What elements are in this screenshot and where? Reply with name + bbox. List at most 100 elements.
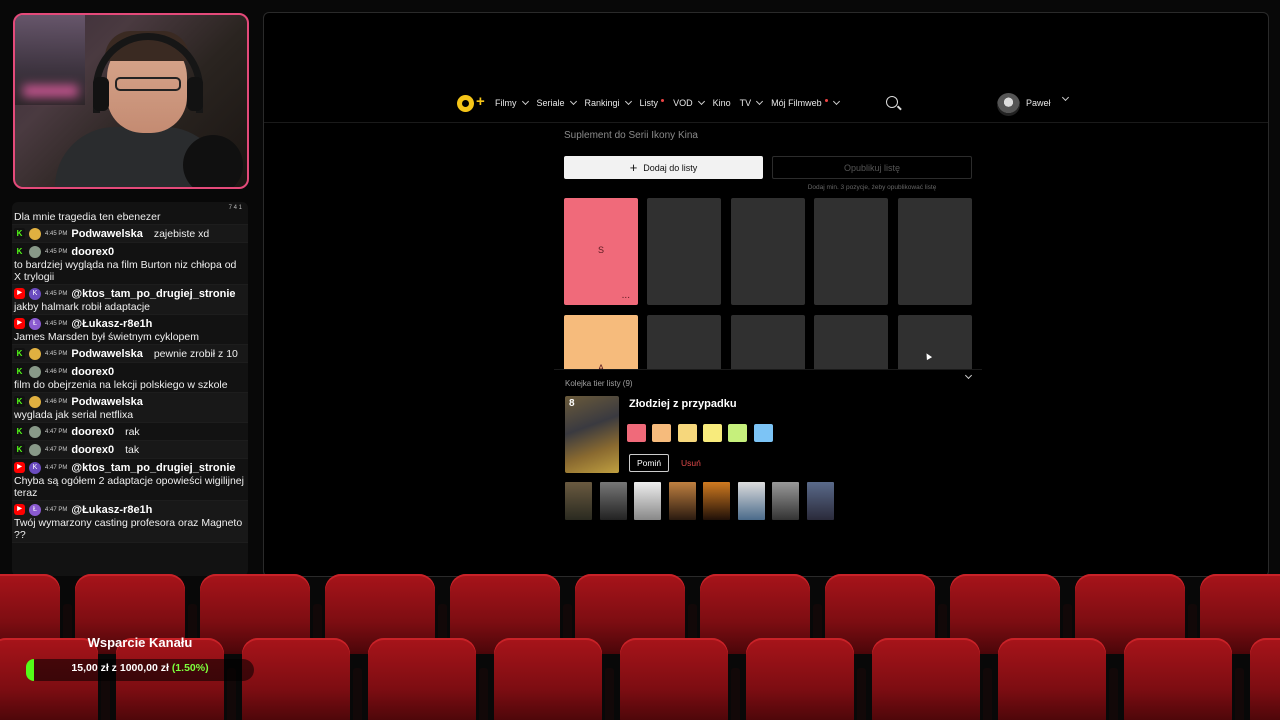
tier-slot[interactable] — [814, 198, 888, 305]
message-time: 4:47 PM — [45, 428, 68, 435]
chevron-down-icon — [624, 97, 632, 106]
chat-message: K 4:47 PM doorex0 tak — [12, 441, 248, 459]
queue-poster-thumbnail[interactable] — [668, 482, 696, 520]
filmweb-logo-icon[interactable] — [457, 95, 474, 112]
username[interactable]: Podwawelska — [71, 348, 143, 360]
tier-swatch-0[interactable] — [627, 424, 646, 442]
chevron-down-icon — [521, 97, 529, 106]
search-icon[interactable] — [886, 96, 898, 108]
message-time: 4:45 PM — [45, 320, 68, 327]
chevron-down-icon — [832, 97, 840, 106]
tier-slot[interactable] — [647, 315, 721, 371]
user-avatar — [29, 443, 41, 456]
user-avatar: Ł — [29, 503, 41, 516]
kick-icon: K — [14, 246, 25, 257]
nav-link-label: Kino — [712, 98, 731, 108]
current-film-poster: 8 — [565, 396, 619, 473]
add-to-list-button[interactable]: + Dodaj do listy — [564, 156, 763, 179]
tier-slot[interactable] — [731, 198, 805, 305]
username[interactable]: @ktos_tam_po_drugiej_stronie — [71, 288, 235, 300]
nav-link-kino[interactable]: Kino — [713, 98, 731, 108]
queue-poster-thumbnail[interactable] — [806, 482, 834, 520]
nav-link-seriale[interactable]: Seriale — [536, 97, 577, 108]
user-avatar: K — [29, 287, 41, 300]
delete-button[interactable]: Usuń — [681, 458, 701, 468]
username[interactable]: doorex0 — [71, 444, 114, 456]
support-widget: Wsparcie Kanału 15,00 zł z 1000,00 zł (1… — [26, 628, 254, 684]
seat-armrest — [605, 668, 614, 720]
chevron-down-icon — [569, 97, 577, 106]
collapse-chevron-icon[interactable] — [964, 371, 973, 380]
nav-link-label: Seriale — [536, 98, 565, 108]
tier-swatch-4[interactable] — [728, 424, 748, 442]
username[interactable]: doorex0 — [71, 426, 114, 438]
username[interactable]: @Łukasz-r8e1h — [71, 504, 152, 516]
username[interactable]: doorex0 — [71, 366, 114, 378]
user-avatar — [29, 425, 41, 438]
username[interactable]: @Łukasz-r8e1h — [71, 318, 152, 330]
user-avatar — [29, 227, 41, 240]
tier-label-0[interactable]: S... — [564, 198, 638, 305]
tier-slot[interactable] — [898, 198, 972, 305]
tier-swatch-2[interactable] — [677, 424, 697, 442]
publish-list-button[interactable]: Opublikuj listę — [772, 156, 972, 179]
message-time: 4:46 PM — [45, 398, 68, 405]
kick-icon: K — [14, 366, 25, 377]
message-text: zajebiste xd — [153, 227, 210, 240]
nav-link-listy[interactable]: Listy — [640, 98, 665, 108]
queue-poster-thumbnail[interactable] — [772, 482, 799, 520]
username[interactable]: Podwawelska — [71, 228, 143, 240]
current-film-title: Złodziej z przypadku — [629, 398, 737, 410]
kick-icon: K — [14, 228, 25, 239]
message-text: tak — [125, 443, 140, 456]
kick-icon: K — [14, 396, 25, 407]
more-options-icon[interactable]: ... — [622, 290, 630, 301]
tier-slot[interactable] — [814, 315, 888, 371]
plus-icon: + — [629, 160, 638, 175]
user-name[interactable]: Paweł — [1026, 98, 1051, 108]
user-avatar[interactable] — [997, 93, 1020, 116]
skip-button[interactable]: Pomiń — [629, 454, 669, 472]
username[interactable]: Podwawelska — [71, 396, 143, 408]
message-text: rak — [125, 425, 140, 438]
tier-slot[interactable] — [647, 198, 721, 305]
tier-label-1[interactable]: A — [564, 315, 638, 373]
nav-link-vod[interactable]: VOD — [673, 97, 705, 108]
tier-letter: S — [597, 245, 604, 255]
queue-poster-thumbnail[interactable] — [737, 482, 765, 520]
chat-message: ▶ K 4:45 PM @ktos_tam_po_drugiej_stronie jak… — [12, 285, 248, 315]
nav-link-tv[interactable]: TV — [740, 97, 764, 108]
nav-link-filmy[interactable]: Filmy — [495, 97, 529, 108]
tier-swatch-1[interactable] — [652, 424, 672, 442]
message-text: pewnie zrobił z 10 — [153, 347, 238, 360]
message-text: James Marsden był świetnym cyklopem — [14, 331, 199, 343]
chat-panel: 7 4 1 Dla mnie tragedia ten ebenezer K 4:4… — [12, 202, 248, 576]
cinema-seat — [242, 638, 350, 720]
support-amount-value: 15,00 zł z 1000,00 zł — [71, 662, 169, 674]
cinema-seat — [1250, 638, 1280, 720]
nav-link-rankingi[interactable]: Rankingi — [584, 97, 632, 108]
youtube-icon: ▶ — [14, 288, 25, 299]
queue-poster-thumbnail[interactable] — [703, 482, 730, 520]
chat-message: K 4:46 PM Podwawelska wyglada jak serial ne… — [12, 393, 248, 423]
tier-swatch-5[interactable] — [753, 424, 773, 442]
queue-poster-thumbnail[interactable] — [634, 482, 661, 520]
message-time: 4:45 PM — [45, 230, 68, 237]
queue-poster-thumbnail[interactable] — [565, 482, 592, 520]
nav-link-moj-filmweb[interactable]: Mój Filmweb — [771, 97, 840, 108]
tier-swatch-3[interactable] — [702, 424, 722, 442]
cinema-seat — [746, 638, 854, 720]
cinema-seat — [998, 638, 1106, 720]
message-time: 4:45 PM — [45, 290, 68, 297]
chat-message: K 4:45 PM Podwawelska pewnie zrobił z 10 — [12, 345, 248, 363]
tier-slot[interactable] — [731, 315, 805, 371]
user-menu-chevron-icon[interactable] — [1061, 93, 1070, 102]
support-title: Wsparcie Kanału — [87, 635, 193, 650]
username[interactable]: doorex0 — [71, 246, 114, 258]
tier-slot[interactable] — [898, 315, 972, 371]
browser-window: + Filmy Seriale Rankingi Listy VOD Kino TV Mój … — [263, 12, 1269, 577]
nav-link-label: Rankingi — [584, 98, 620, 108]
queue-poster-thumbnail[interactable] — [599, 482, 627, 520]
seat-armrest — [1235, 668, 1244, 720]
username[interactable]: @ktos_tam_po_drugiej_stronie — [71, 462, 235, 474]
